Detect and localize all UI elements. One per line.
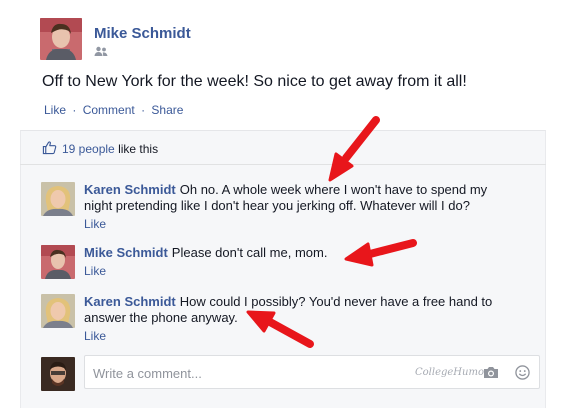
likes-suffix: like this [118, 142, 159, 156]
commenter-avatar[interactable] [41, 294, 75, 328]
like-link[interactable]: Like [44, 103, 66, 117]
smiley-icon[interactable] [515, 365, 530, 380]
share-link[interactable]: Share [151, 103, 183, 117]
commenter-avatar[interactable] [41, 245, 75, 279]
likes-row: 19 people like this [20, 131, 546, 165]
comment-composer: Write a comment... CollegeHumor [41, 355, 546, 391]
post-actions: Like · Comment · Share [44, 103, 183, 117]
comment-placeholder: Write a comment... [93, 366, 202, 381]
comment-like-link[interactable]: Like [84, 328, 494, 344]
post-text: Off to New York for the week! So nice to… [42, 73, 467, 90]
friends-icon[interactable] [94, 46, 108, 58]
comment-like-link[interactable]: Like [84, 216, 494, 232]
comment-link[interactable]: Comment [83, 103, 135, 117]
separator: · [72, 103, 77, 117]
viewer-avatar[interactable] [41, 357, 75, 391]
author-avatar[interactable] [40, 18, 82, 60]
comment-author[interactable]: Mike Schmidt [84, 245, 168, 260]
comment-author[interactable]: Karen Schmidt [84, 182, 176, 197]
post-author-name[interactable]: Mike Schmidt [94, 25, 191, 42]
comment-text: Please don't call me, mom. [171, 245, 328, 260]
likes-summary: 19 people like this [62, 142, 158, 156]
comment-body: Karen Schmidt How could I possibly? You'd… [84, 294, 494, 344]
commenter-avatar[interactable] [41, 182, 75, 216]
comment-body: Mike Schmidt Please don't call me, mom. L… [84, 245, 494, 279]
thumbs-up-icon [42, 141, 57, 155]
watermark-logo: CollegeHumor [415, 367, 489, 378]
comment-input[interactable]: Write a comment... CollegeHumor [84, 355, 540, 389]
camera-icon[interactable] [483, 366, 499, 379]
comment-body: Karen Schmidt Oh no. A whole week where I… [84, 182, 494, 232]
separator: · [141, 103, 146, 117]
likes-count[interactable]: 19 people [62, 142, 115, 156]
comment-author[interactable]: Karen Schmidt [84, 294, 176, 309]
post-header: Mike Schmidt [40, 18, 560, 66]
comment-like-link[interactable]: Like [84, 263, 494, 279]
